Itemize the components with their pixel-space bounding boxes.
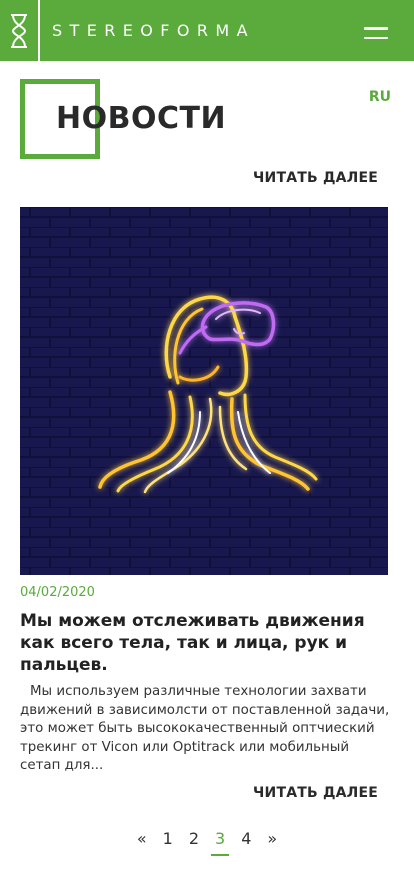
language-switch[interactable]: RU bbox=[369, 89, 391, 105]
article-excerpt: Мы используем различные технологии захва… bbox=[20, 684, 390, 773]
article-date: 04/02/2020 bbox=[20, 585, 95, 600]
read-more-link-top[interactable]: ЧИТАТЬ ДАЛЕЕ bbox=[253, 170, 378, 186]
pagination-page-2[interactable]: 2 bbox=[181, 828, 207, 852]
pagination-page-1[interactable]: 1 bbox=[155, 828, 181, 852]
article-title[interactable]: Мы можем отслеживать движения как всего … bbox=[20, 610, 390, 676]
brand-name[interactable]: STEREOFORMA bbox=[52, 21, 255, 40]
pagination: « 1 2 3 4 » bbox=[0, 828, 414, 856]
pagination-page-4[interactable]: 4 bbox=[233, 828, 259, 852]
read-more-link[interactable]: ЧИТАТЬ ДАЛЕЕ bbox=[253, 785, 378, 801]
article-image[interactable] bbox=[20, 207, 388, 575]
pagination-prev[interactable]: « bbox=[129, 828, 155, 852]
pagination-next[interactable]: » bbox=[259, 828, 285, 852]
hamburger-menu-icon[interactable] bbox=[364, 27, 388, 39]
neon-vr-headset-head-icon bbox=[20, 207, 388, 575]
top-bar: STEREOFORMA bbox=[0, 0, 414, 61]
page-title: НОВОСТИ bbox=[56, 101, 227, 136]
logo[interactable] bbox=[0, 0, 40, 61]
hourglass-logo-icon bbox=[11, 13, 27, 48]
pagination-page-3[interactable]: 3 bbox=[207, 828, 233, 856]
